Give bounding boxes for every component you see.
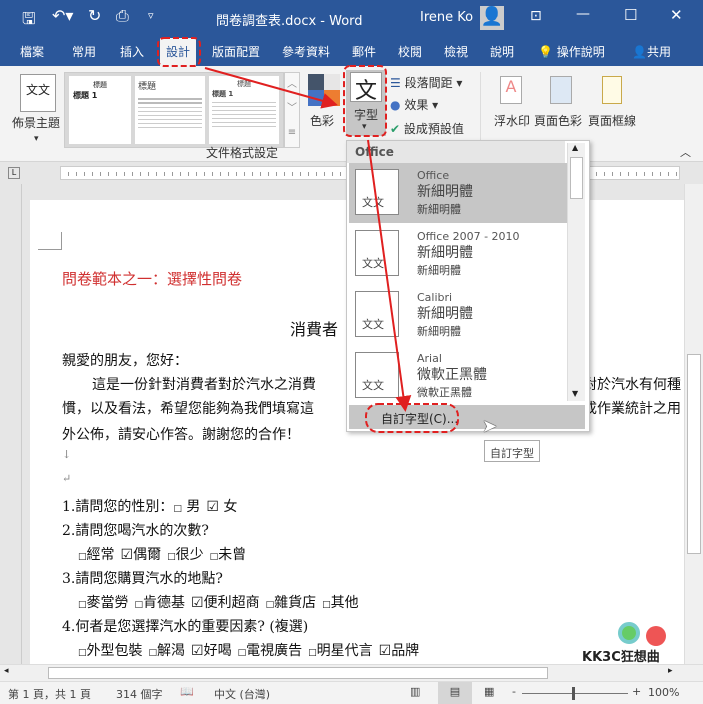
annotation-box (365, 403, 459, 433)
annotation-box (343, 65, 387, 137)
annotation-box (157, 37, 201, 67)
annotation-arrow (367, 139, 412, 412)
annotation-arrow (204, 67, 338, 109)
annotation-overlay (157, 37, 459, 433)
